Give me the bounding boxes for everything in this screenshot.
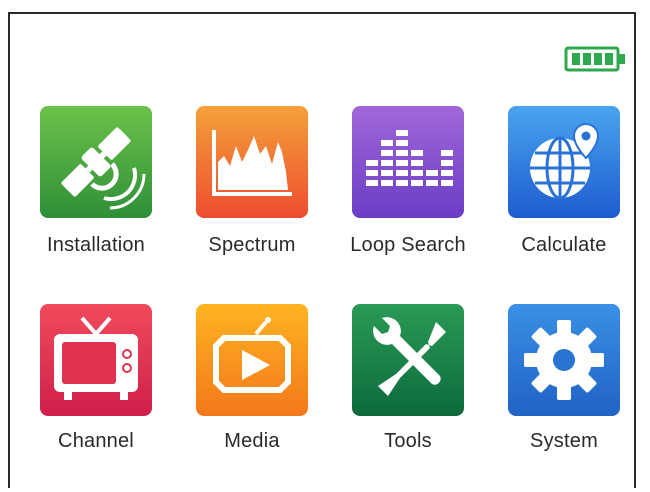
menu-item-media[interactable] xyxy=(196,304,308,416)
menu-label-loop-search: Loop Search xyxy=(350,234,466,256)
menu-label-spectrum: Spectrum xyxy=(208,234,296,256)
tv-icon xyxy=(40,304,152,416)
menu-item-installation[interactable] xyxy=(40,106,152,218)
spectrum-chart-icon xyxy=(196,106,308,218)
menu-label-system: System xyxy=(530,430,598,452)
menu-item-channel[interactable] xyxy=(40,304,152,416)
menu-label-channel: Channel xyxy=(58,430,134,452)
menu-item-spectrum[interactable] xyxy=(196,106,308,218)
equalizer-bars-icon xyxy=(352,106,464,218)
menu-screen: Installation Spectrum Loop Search Calcul… xyxy=(8,12,636,488)
menu-label-tools: Tools xyxy=(384,430,432,452)
menu-label-media: Media xyxy=(224,430,280,452)
menu-item-calculate[interactable] xyxy=(508,106,620,218)
battery-full-icon xyxy=(564,46,625,72)
menu-label-calculate: Calculate xyxy=(521,234,607,256)
globe-pin-icon xyxy=(508,106,620,218)
menu-item-loop-search[interactable] xyxy=(352,106,464,218)
menu-item-tools[interactable] xyxy=(352,304,464,416)
menu-item-system[interactable] xyxy=(508,304,620,416)
satellite-icon xyxy=(40,106,152,218)
gear-icon xyxy=(508,304,620,416)
wrench-screwdriver-icon xyxy=(352,304,464,416)
media-play-icon xyxy=(196,304,308,416)
menu-label-installation: Installation xyxy=(46,234,145,256)
